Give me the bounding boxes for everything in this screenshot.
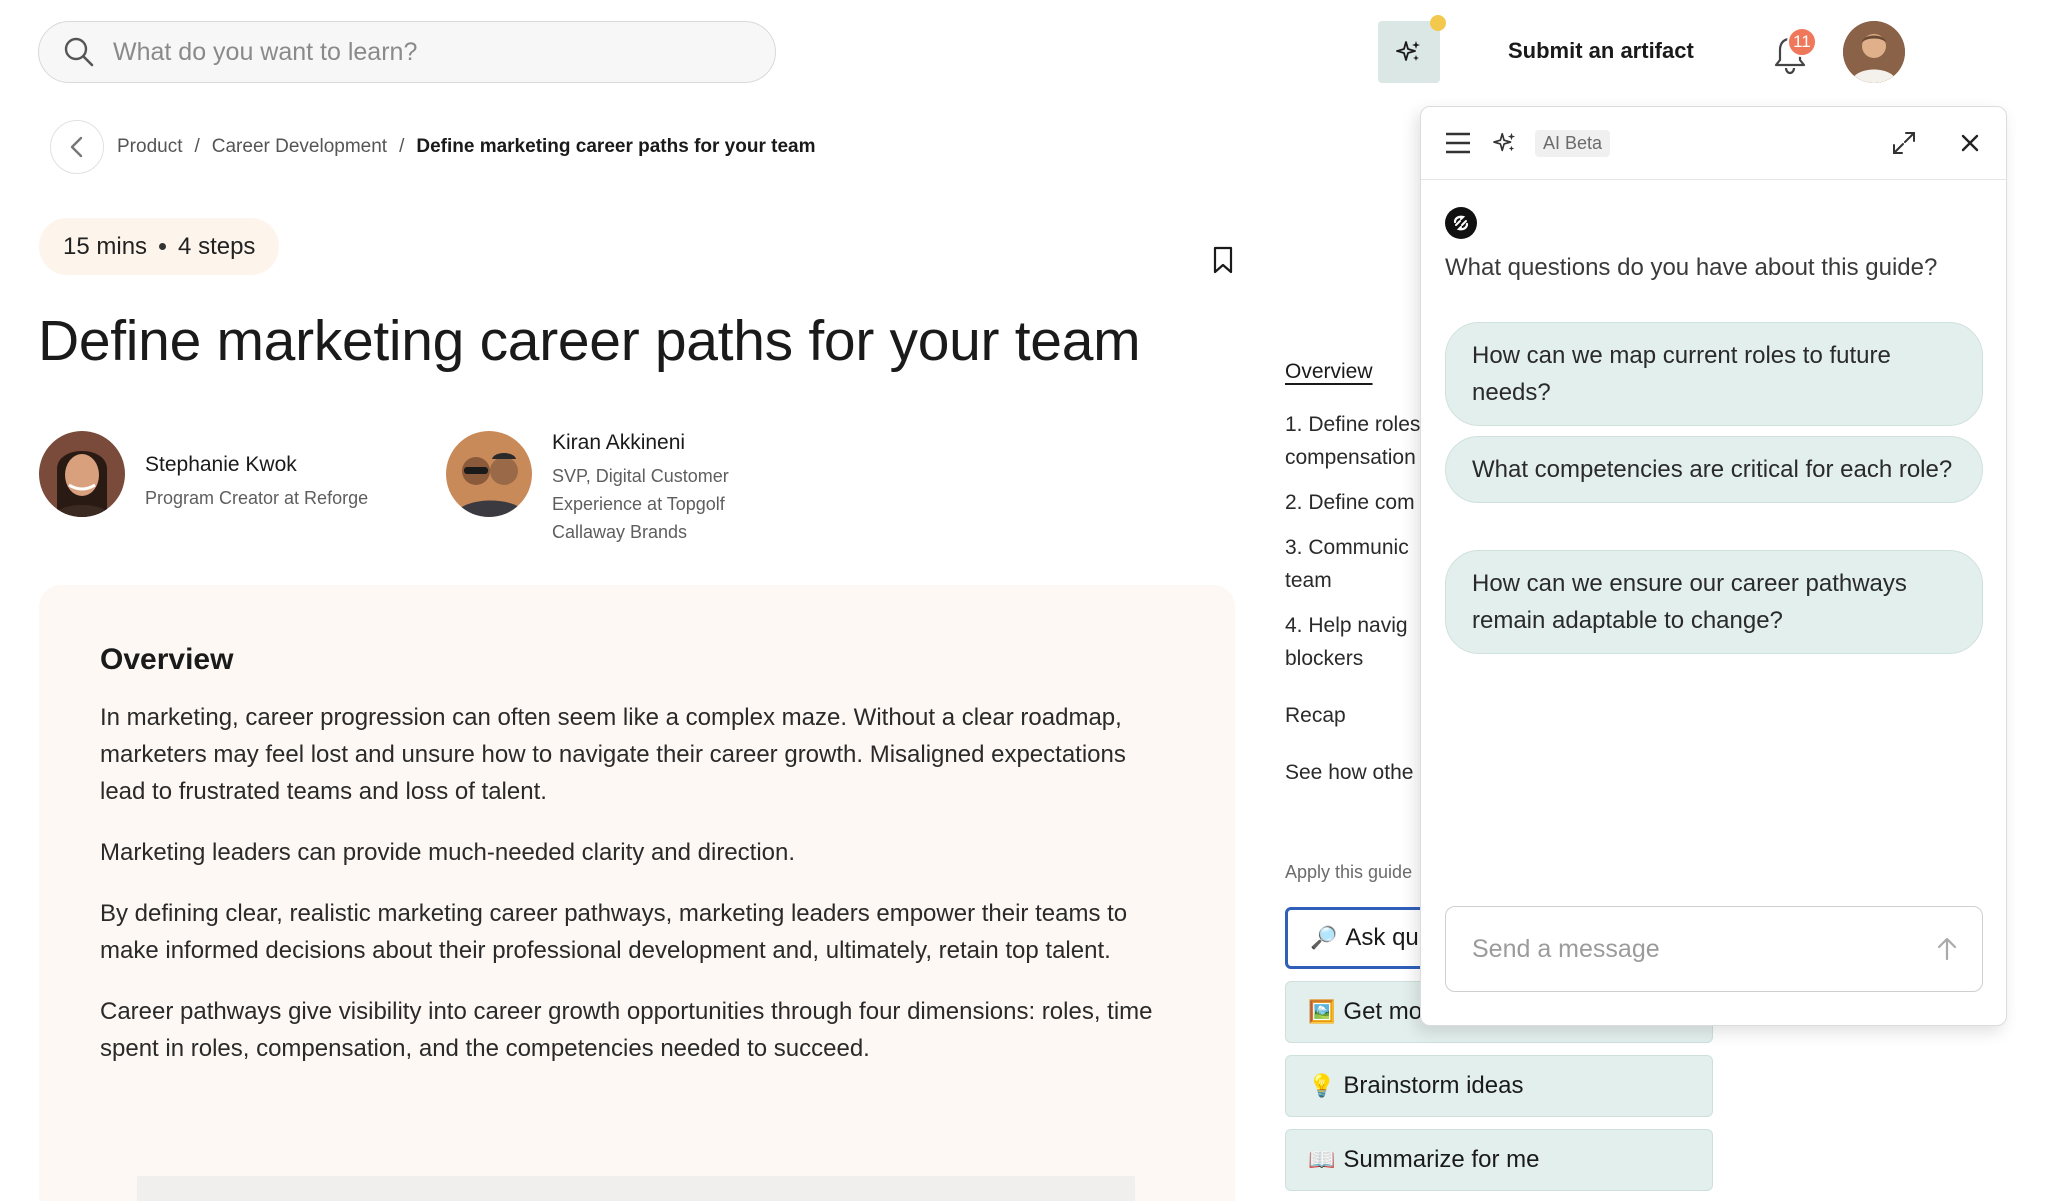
action-label: Summarize for me	[1343, 1146, 1540, 1173]
guide-steps: 4 steps	[178, 232, 256, 260]
back-button[interactable]	[50, 120, 104, 174]
author-role-line: Experience at Topgolf	[552, 494, 725, 514]
toc-item-step-3[interactable]: 3. Communic	[1285, 531, 1425, 564]
brainstorm-ideas-button[interactable]: 💡 Brainstorm ideas	[1285, 1055, 1713, 1117]
ai-bot-icon	[1445, 207, 1477, 239]
author-card[interactable]: Kiran Akkineni SVP, Digital Customer Exp…	[446, 431, 729, 546]
author-avatar	[39, 431, 125, 517]
menu-icon[interactable]	[1445, 132, 1471, 154]
guide-duration: 15 mins	[63, 232, 148, 260]
breadcrumb-item-product[interactable]: Product	[117, 136, 182, 158]
toc-item-overview[interactable]: Overview	[1285, 355, 1425, 388]
book-icon: 📖	[1308, 1147, 1336, 1173]
magnifier-icon: 🔎	[1310, 925, 1338, 951]
submit-artifact-link[interactable]: Submit an artifact	[1508, 38, 1694, 64]
author-name: Kiran Akkineni	[552, 431, 686, 454]
overview-paragraph: By defining clear, realistic marketing c…	[100, 900, 1128, 964]
meta-separator-dot	[159, 243, 167, 250]
lightbulb-icon: 💡	[1308, 1073, 1336, 1099]
toc-item-step-3[interactable]: team	[1285, 564, 1425, 597]
user-avatar[interactable]	[1843, 21, 1905, 83]
summarize-button[interactable]: 📖 Summarize for me	[1285, 1129, 1713, 1191]
picture-icon: 🖼️	[1308, 999, 1336, 1025]
expand-icon[interactable]	[1892, 131, 1916, 155]
breadcrumb: Product / Career Development / Define ma…	[117, 136, 816, 158]
embedded-content-placeholder	[137, 1176, 1135, 1201]
author-role-line: Callaway Brands	[552, 522, 688, 542]
overview-heading: Overview	[100, 643, 234, 676]
toc-item-step-2[interactable]: 2. Define com	[1285, 486, 1425, 519]
sparkle-icon	[1396, 41, 1420, 61]
page-title: Define marketing career paths for your t…	[38, 309, 1141, 373]
ai-assistant-button[interactable]	[1378, 21, 1440, 83]
ai-indicator-dot	[1430, 15, 1446, 31]
toc-item-examples[interactable]: See how othe	[1285, 756, 1425, 789]
sparkle-icon	[1493, 132, 1516, 152]
toc-item-step-1[interactable]: compensation	[1285, 441, 1425, 474]
message-input[interactable]	[1472, 934, 1902, 964]
author-avatar	[446, 431, 532, 517]
message-composer	[1445, 906, 1983, 992]
ai-prompt-question: What questions do you have about this gu…	[1445, 254, 1938, 281]
table-of-contents: Overview 1. Define roles compensation 2.…	[1285, 355, 1425, 801]
apply-guide-label: Apply this guide	[1285, 862, 1413, 882]
toc-item-step-4[interactable]: 4. Help navig	[1285, 609, 1425, 642]
breadcrumb-separator: /	[194, 136, 200, 157]
chevron-left-icon	[70, 136, 83, 158]
search-input[interactable]	[113, 37, 753, 67]
notification-badge: 11	[1787, 27, 1817, 57]
overview-paragraph: Marketing leaders can provide much-neede…	[100, 839, 796, 866]
author-card[interactable]: Stephanie Kwok Program Creator at Reforg…	[39, 431, 368, 517]
breadcrumb-item-career-development[interactable]: Career Development	[212, 136, 387, 158]
overview-section: Overview In marketing, career progressio…	[39, 585, 1235, 1201]
breadcrumb-item-current: Define marketing career paths for your t…	[416, 136, 816, 157]
ai-panel-header: AI Beta	[1421, 107, 2006, 180]
action-label: Ask qu	[1345, 924, 1419, 951]
search-bar[interactable]	[38, 21, 776, 83]
toc-item-step-1[interactable]: 1. Define roles	[1285, 408, 1425, 441]
toc-item-step-4[interactable]: blockers	[1285, 642, 1425, 675]
suggested-question[interactable]: What competencies are critical for each …	[1445, 436, 1983, 503]
suggested-question[interactable]: How can we ensure our career pathways re…	[1445, 550, 1983, 654]
toc-item-recap[interactable]: Recap	[1285, 699, 1425, 732]
author-name: Stephanie Kwok	[145, 453, 297, 476]
bookmark-icon[interactable]	[1212, 246, 1234, 274]
author-role-line: SVP, Digital Customer	[552, 466, 729, 486]
ai-beta-badge: AI Beta	[1535, 129, 1611, 157]
send-arrow-icon[interactable]	[1936, 937, 1958, 961]
breadcrumb-separator: /	[399, 136, 405, 157]
ai-chat-panel: AI Beta What questions do you have about…	[1420, 106, 2007, 1026]
author-role: Program Creator at Reforge	[145, 488, 369, 508]
suggested-question[interactable]: How can we map current roles to future n…	[1445, 322, 1983, 426]
guide-meta: 15 mins 4 steps	[39, 218, 280, 275]
search-icon	[64, 37, 94, 67]
action-label: Brainstorm ideas	[1343, 1072, 1524, 1099]
close-icon[interactable]	[1960, 133, 1980, 153]
action-label: Get mo	[1343, 998, 1423, 1025]
overview-paragraph: In marketing, career progression can oft…	[100, 704, 1126, 805]
overview-paragraph: Career pathways give visibility into car…	[100, 998, 1153, 1062]
